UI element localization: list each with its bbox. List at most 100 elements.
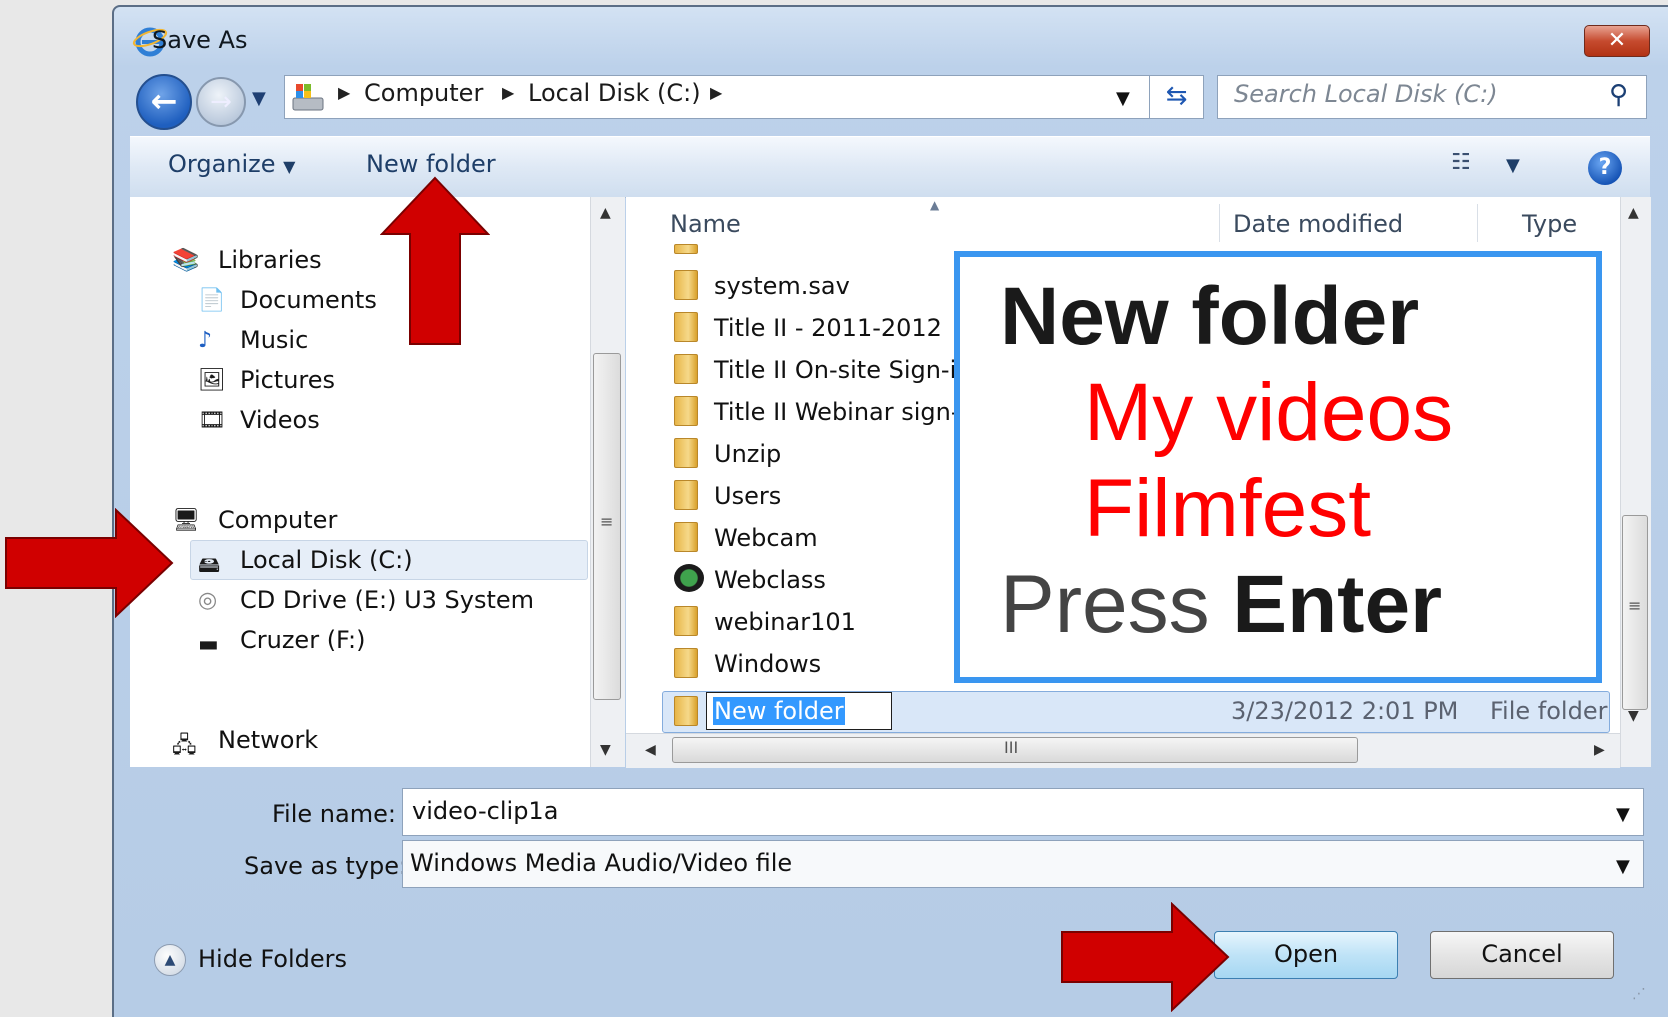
search-placeholder: Search Local Disk (C:) <box>1234 80 1498 108</box>
new-folder-date: 3/23/2012 2:01 PM <box>1231 697 1459 725</box>
callout-line-press-enter: Press Enter <box>1000 564 1442 646</box>
list-item[interactable]: Title II Webinar sign-i <box>714 398 966 426</box>
list-item[interactable]: webinar101 <box>714 608 856 636</box>
chevron-down-icon[interactable]: ▼ <box>1616 856 1630 877</box>
window-title: Save As <box>152 26 248 54</box>
webclass-icon <box>674 564 704 592</box>
scroll-down-icon[interactable]: ▼ <box>600 742 611 758</box>
hide-folders-button[interactable]: Hide Folders <box>198 945 347 973</box>
list-item[interactable]: Title II - 2011-2012 <box>714 314 942 342</box>
back-button[interactable]: ← <box>136 74 192 130</box>
folder-icon <box>674 244 698 254</box>
file-name-label: File name: <box>272 800 396 828</box>
help-icon[interactable]: ? <box>1588 151 1622 185</box>
nav-network[interactable]: Network <box>218 726 318 754</box>
list-item[interactable]: Title II On-site Sign-i <box>714 356 956 384</box>
list-item[interactable]: Webcam <box>714 524 818 552</box>
file-name-value[interactable]: video-clip1a <box>412 797 558 825</box>
drive-icon <box>292 84 324 111</box>
callout-enter-key: Enter <box>1232 559 1442 650</box>
save-as-type-value[interactable]: Windows Media Audio/Video file <box>410 849 792 877</box>
command-bar <box>130 136 1650 198</box>
column-divider[interactable] <box>1219 204 1220 242</box>
list-item[interactable]: Users <box>714 482 781 510</box>
breadcrumb-separator-icon[interactable]: ▶ <box>338 83 350 102</box>
scroll-down-icon[interactable]: ▼ <box>1628 708 1639 724</box>
scroll-up-icon[interactable]: ▲ <box>600 205 611 221</box>
nav-local-disk[interactable]: Local Disk (C:) <box>240 546 413 574</box>
column-divider[interactable] <box>1477 204 1478 242</box>
column-header-name[interactable]: Name <box>670 210 741 238</box>
new-folder-button[interactable]: New folder <box>366 150 496 178</box>
documents-icon: 📄 <box>198 288 226 313</box>
arrow-left-icon: ← <box>150 82 178 120</box>
close-button[interactable]: ✕ <box>1584 25 1650 57</box>
views-dropdown-icon[interactable]: ▼ <box>1506 155 1520 176</box>
recent-pages-dropdown[interactable]: ▼ <box>252 88 266 109</box>
close-icon: ✕ <box>1607 28 1627 53</box>
scroll-right-icon[interactable]: ▶ <box>1594 742 1605 758</box>
folder-icon <box>674 696 698 726</box>
folder-icon <box>674 354 698 384</box>
file-name-field[interactable] <box>402 788 1644 836</box>
organize-button[interactable]: Organize ▼ <box>168 150 295 178</box>
libraries-icon: 📚 <box>172 248 200 273</box>
refresh-icon: ⇆ <box>1165 81 1188 111</box>
list-item[interactable]: Windows <box>714 650 821 678</box>
scroll-grip-icon: III <box>1004 738 1019 757</box>
nav-cruzer[interactable]: Cruzer (F:) <box>240 626 365 654</box>
callout-press-text: Press <box>1000 559 1233 650</box>
folder-icon <box>674 522 698 552</box>
nav-libraries[interactable]: Libraries <box>218 246 322 274</box>
navigation-pane <box>130 197 590 767</box>
nav-computer[interactable]: Computer <box>218 506 337 534</box>
scroll-grip-icon: ≡ <box>600 512 614 531</box>
network-icon: 🖧 <box>172 733 197 758</box>
callout-line-new-folder: New folder <box>1000 271 1420 362</box>
scroll-grip-icon: ≡ <box>1628 596 1642 615</box>
column-header-type[interactable]: Type <box>1522 210 1577 238</box>
red-right-arrow-icon <box>5 508 174 618</box>
address-dropdown-icon[interactable]: ▼ <box>1116 88 1130 109</box>
music-icon: ♪ <box>198 328 213 353</box>
list-item[interactable]: Unzip <box>714 440 781 468</box>
folder-icon <box>674 396 698 426</box>
red-right-arrow-icon <box>1061 902 1230 1012</box>
callout-line-filmfest: Filmfest <box>1084 463 1371 554</box>
folder-icon <box>674 270 698 300</box>
usb-drive-icon: ▬ <box>198 632 219 657</box>
views-icon[interactable]: ☷ <box>1451 150 1471 175</box>
scroll-up-icon[interactable]: ▲ <box>1628 205 1639 221</box>
red-up-arrow-icon <box>380 176 490 345</box>
column-header-date-modified[interactable]: Date modified <box>1233 210 1403 238</box>
list-item[interactable]: system.sav <box>714 272 850 300</box>
nav-pictures[interactable]: Pictures <box>240 366 335 394</box>
videos-icon: 🎞 <box>198 408 226 433</box>
drive-icon: 🖴 <box>198 553 221 578</box>
scroll-left-icon[interactable]: ◀ <box>645 742 656 758</box>
callout-line-my-videos: My videos <box>1084 367 1454 458</box>
breadcrumb-separator-icon[interactable]: ▶ <box>710 83 722 102</box>
breadcrumb-computer[interactable]: Computer <box>364 79 483 107</box>
nav-documents[interactable]: Documents <box>240 286 377 314</box>
chevron-up-icon[interactable]: ▲ <box>154 944 186 976</box>
chevron-down-icon[interactable]: ▼ <box>1616 804 1630 825</box>
cancel-button[interactable]: Cancel <box>1430 931 1614 979</box>
nav-music[interactable]: Music <box>240 326 308 354</box>
open-button[interactable]: Open <box>1214 931 1398 979</box>
folder-icon <box>674 312 698 342</box>
rename-field-text[interactable]: New folder <box>713 697 845 725</box>
nav-videos[interactable]: Videos <box>240 406 320 434</box>
search-icon[interactable]: ⚲ <box>1609 80 1628 110</box>
folder-icon <box>674 606 698 636</box>
pictures-icon: 🖼 <box>198 368 226 393</box>
breadcrumb-separator-icon[interactable]: ▶ <box>502 83 514 102</box>
computer-icon: 🖥 <box>172 508 200 533</box>
breadcrumb-local-disk[interactable]: Local Disk (C:) <box>528 79 701 107</box>
resize-grip-icon[interactable]: ⋰ <box>1632 986 1646 1002</box>
nav-cd-drive[interactable]: CD Drive (E:) U3 System <box>240 586 534 614</box>
organize-label: Organize <box>168 150 276 178</box>
list-item[interactable]: Webclass <box>714 566 826 594</box>
forward-button[interactable]: → <box>196 77 246 127</box>
refresh-button[interactable]: ⇆ <box>1149 75 1204 119</box>
